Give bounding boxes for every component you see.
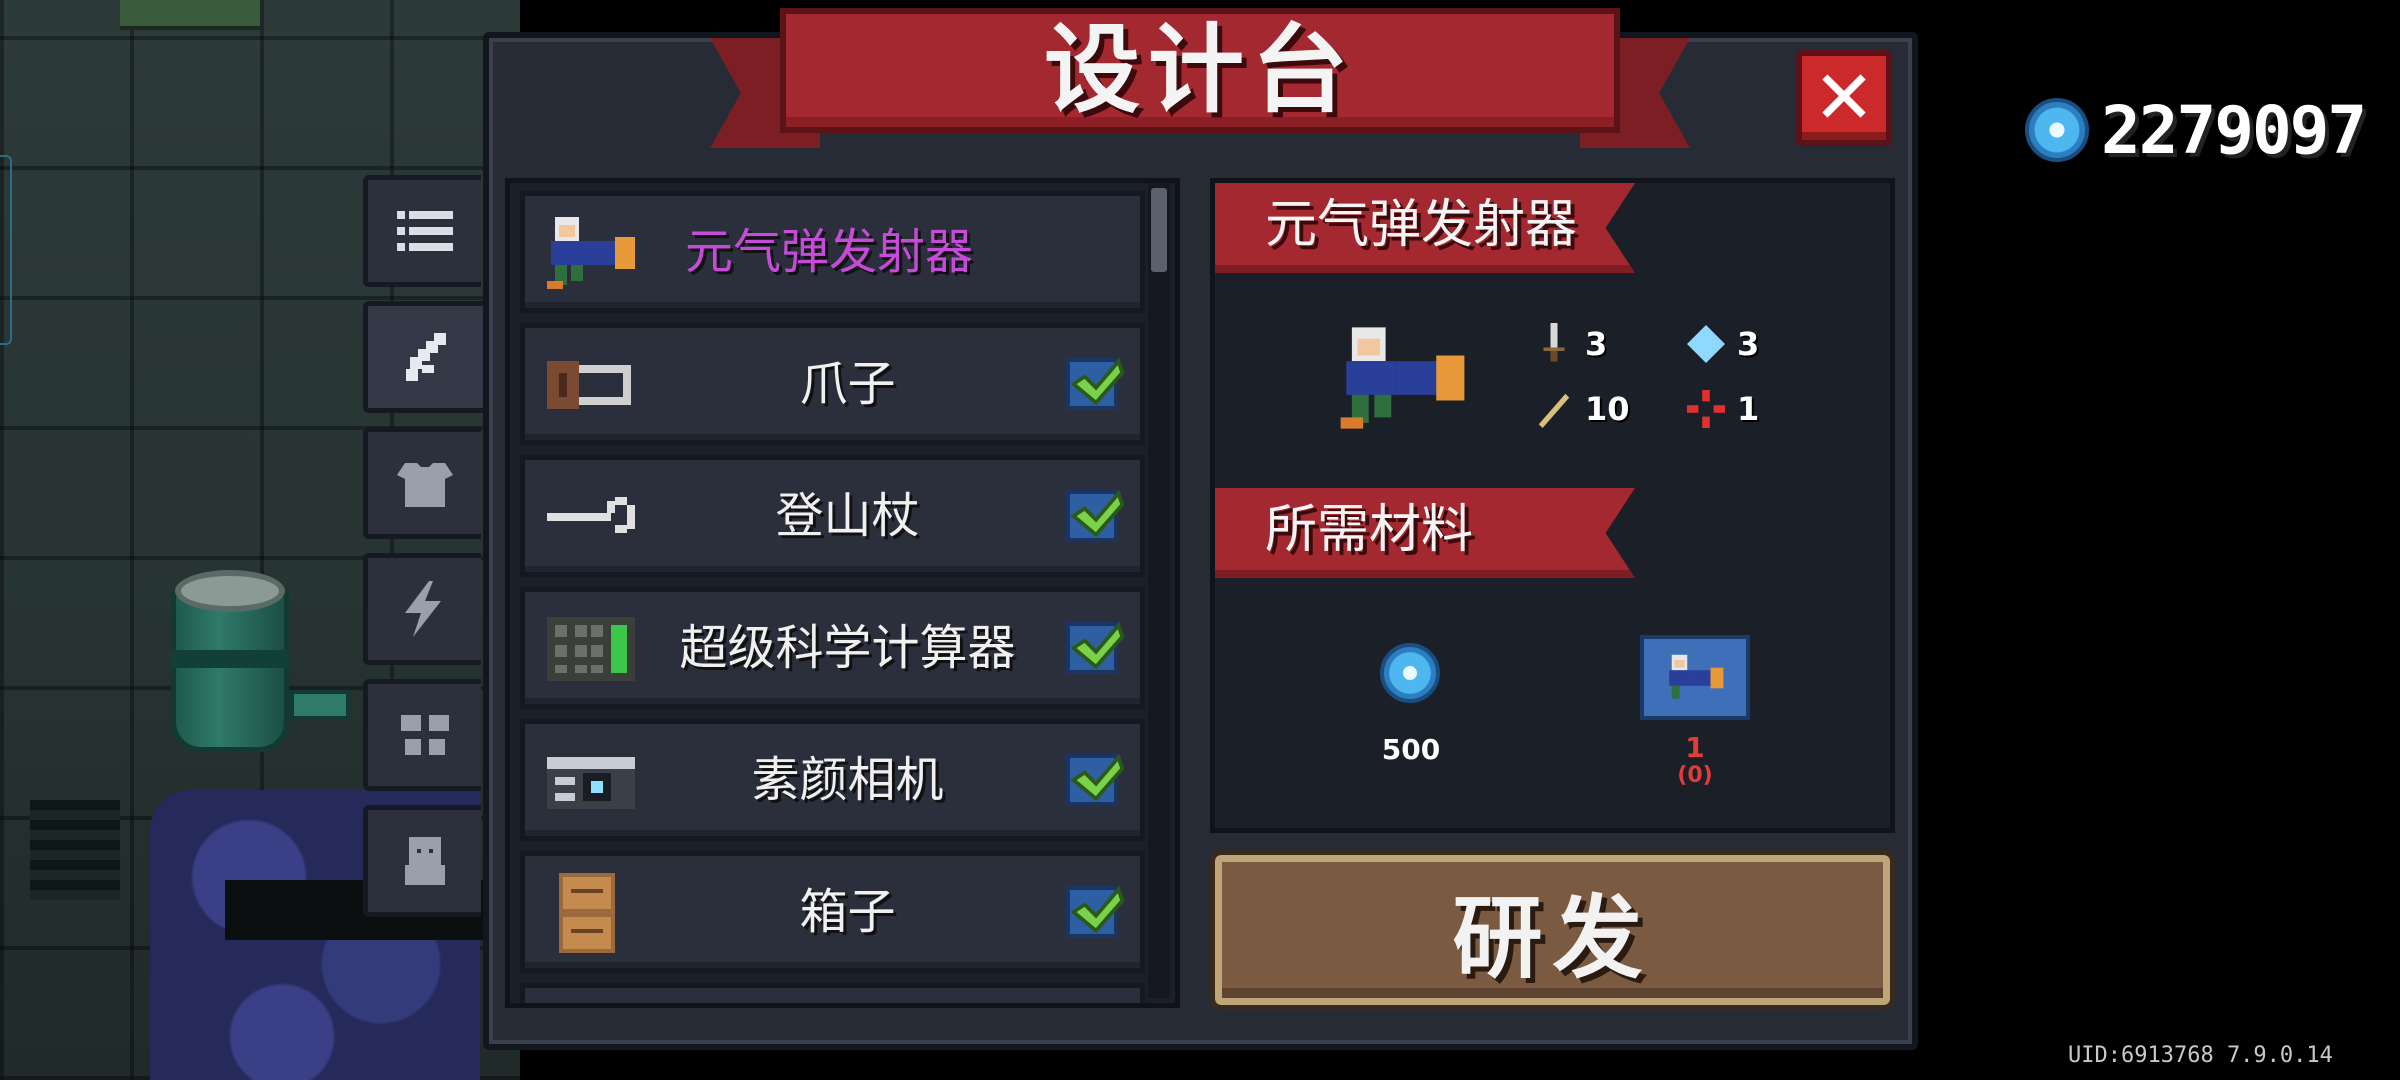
list-icon <box>396 211 453 251</box>
material-gem-amount: 500 <box>1381 733 1441 766</box>
tab-weapons[interactable] <box>363 301 491 413</box>
list-item-box[interactable]: 箱子 <box>520 851 1145 973</box>
checkmark-icon <box>1070 753 1125 802</box>
list-item-name: 箱子 <box>799 884 896 940</box>
list-item-name: 登山杖 <box>775 488 920 544</box>
weapon-icon <box>405 333 446 381</box>
checkmark-icon <box>1070 489 1125 538</box>
sword-icon <box>1543 323 1565 362</box>
stat-damage: 3 <box>1535 323 1607 365</box>
checkmark-icon <box>1070 885 1125 934</box>
armor-icon <box>396 463 453 507</box>
gem-counter: 2279097 <box>2025 92 2367 169</box>
tab-pets[interactable] <box>363 805 481 917</box>
list-item-energy-launcher[interactable]: 元气弹发射器 <box>520 191 1145 313</box>
list-item-hiking-stick[interactable]: 登山杖 <box>520 455 1145 577</box>
left-edge-frame <box>0 155 12 345</box>
close-icon: ✕ <box>1812 55 1875 141</box>
list-item-partial[interactable] <box>520 983 1145 1003</box>
material-blueprint-amount: 1 <box>1685 731 1705 764</box>
list-item-claw[interactable]: 爪子 <box>520 323 1145 445</box>
detail-item-name: 元气弹发射器 <box>1265 195 1578 255</box>
creature-icon <box>404 837 445 885</box>
owned-checkbox <box>1066 489 1125 542</box>
list-item-name: 元气弹发射器 <box>685 224 974 280</box>
owned-checkbox <box>1066 357 1125 410</box>
list-item-camera[interactable]: 素颜相机 <box>520 719 1145 841</box>
camera-icon <box>547 757 635 809</box>
tab-list[interactable] <box>363 175 481 287</box>
blue-gem-icon <box>1380 643 1440 703</box>
owned-checkbox <box>1066 753 1125 806</box>
calculator-icon <box>547 617 635 681</box>
item-detail-panel: 元气弹发射器 3 3 10 1 所需材料 500 1 (0) <box>1210 178 1895 833</box>
title-ribbon: 设计台 <box>710 8 1690 158</box>
crit-feather-icon <box>1538 393 1570 428</box>
list-scrollbar[interactable] <box>1148 183 1170 998</box>
tab-armor[interactable] <box>363 427 481 539</box>
stat-energy: 3 <box>1687 323 1759 365</box>
furniture-icon <box>400 715 449 755</box>
crosshair-icon <box>1687 390 1725 428</box>
claw-icon <box>547 361 631 409</box>
checkmark-icon <box>1070 621 1125 670</box>
owned-checkbox <box>1066 621 1125 674</box>
blueprint-icon <box>1640 635 1750 720</box>
materials-ribbon: 所需材料 <box>1215 488 1635 578</box>
blue-gem-icon <box>2025 98 2089 162</box>
energy-launcher-icon <box>1340 327 1465 429</box>
world-barrel <box>165 570 295 760</box>
close-button[interactable]: ✕ <box>1796 50 1892 146</box>
category-tabs <box>363 175 491 931</box>
item-name-ribbon: 元气弹发射器 <box>1215 183 1635 273</box>
gem-count: 2279097 <box>2101 91 2367 169</box>
item-list: 元气弹发射器 爪子 登山杖 超级科学计算器 素颜相机 箱子 <box>505 178 1180 1008</box>
checkmark-icon <box>1070 357 1125 406</box>
list-item-name: 素颜相机 <box>751 752 944 808</box>
world-vent <box>30 800 120 900</box>
hiking-stick-icon <box>547 497 635 533</box>
material-blueprint-owned: (0) <box>1677 763 1713 788</box>
owned-checkbox <box>1066 885 1125 938</box>
list-item-calculator[interactable]: 超级科学计算器 <box>520 587 1145 709</box>
page-title: 设计台 <box>1044 14 1356 126</box>
scroll-thumb[interactable] <box>1151 188 1167 272</box>
world-pipe <box>290 690 350 720</box>
lightning-icon <box>404 581 441 637</box>
world-wall-top <box>120 0 260 30</box>
stat-accuracy: 1 <box>1687 388 1759 430</box>
energy-launcher-icon <box>547 217 635 289</box>
stat-crit: 10 <box>1535 388 1630 430</box>
list-item-name: 超级科学计算器 <box>679 620 1016 676</box>
uid-version-text: UID:6913768 7.9.0.14 <box>2068 1043 2333 1068</box>
research-button-label: 研发 <box>1452 886 1653 991</box>
materials-label: 所需材料 <box>1265 500 1474 560</box>
list-item-name: 爪子 <box>799 356 896 412</box>
research-button[interactable]: 研发 <box>1210 850 1895 1010</box>
tab-furniture[interactable] <box>363 679 481 791</box>
box-icon <box>559 873 615 953</box>
tab-skills[interactable] <box>363 553 481 665</box>
energy-crystal-icon <box>1687 325 1725 363</box>
